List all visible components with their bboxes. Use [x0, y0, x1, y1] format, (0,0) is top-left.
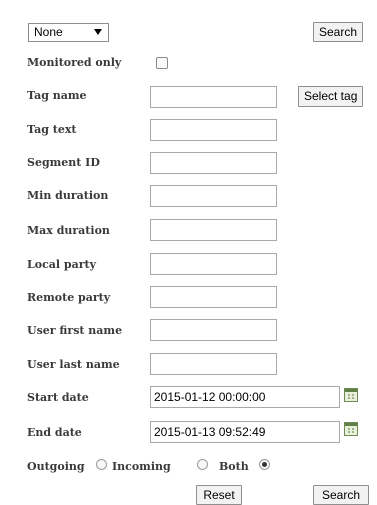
calendar-icon[interactable] — [344, 388, 358, 402]
filter-select-value: None — [34, 25, 63, 39]
filter-select[interactable]: None — [28, 23, 109, 42]
label-remote-party: Remote party — [27, 291, 111, 304]
label-segment-id: Segment ID — [27, 156, 100, 169]
radio-label-both: Both — [219, 460, 249, 473]
label-user-last-name: User last name — [27, 358, 120, 371]
radio-label-incoming: Incoming — [112, 460, 171, 473]
chevron-down-icon — [94, 29, 102, 35]
tag-text-input[interactable] — [150, 119, 277, 141]
segment-id-input[interactable] — [150, 152, 277, 174]
radio-outgoing[interactable] — [96, 459, 107, 470]
radio-incoming[interactable] — [197, 459, 208, 470]
label-min-duration: Min duration — [27, 189, 109, 202]
tag-name-input[interactable] — [150, 86, 277, 108]
label-start-date: Start date — [27, 391, 89, 404]
label-tag-name: Tag name — [27, 89, 87, 102]
start-date-input[interactable]: 2015-01-12 00:00:00 — [150, 386, 340, 408]
end-date-input[interactable]: 2015-01-13 09:52:49 — [150, 421, 340, 443]
reset-button[interactable]: Reset — [196, 485, 242, 505]
min-duration-input[interactable] — [150, 185, 277, 207]
select-tag-button[interactable]: Select tag — [298, 86, 364, 107]
label-local-party: Local party — [27, 258, 96, 271]
label-max-duration: Max duration — [27, 224, 110, 237]
radio-both[interactable] — [259, 459, 270, 470]
max-duration-input[interactable] — [150, 219, 277, 241]
monitored-only-checkbox[interactable] — [156, 57, 168, 69]
calendar-icon[interactable] — [344, 422, 358, 436]
local-party-input[interactable] — [150, 253, 277, 275]
label-tag-text: Tag text — [27, 123, 77, 136]
label-end-date: End date — [27, 426, 82, 439]
label-user-first-name: User first name — [27, 324, 123, 337]
radio-label-outgoing: Outgoing — [27, 460, 85, 473]
label-monitored-only: Monitored only — [27, 56, 122, 69]
search-bottom-button[interactable]: Search — [313, 485, 369, 505]
search-top-button[interactable]: Search — [313, 22, 364, 42]
remote-party-input[interactable] — [150, 286, 277, 308]
user-first-name-input[interactable] — [150, 319, 277, 341]
user-last-name-input[interactable] — [150, 353, 277, 375]
